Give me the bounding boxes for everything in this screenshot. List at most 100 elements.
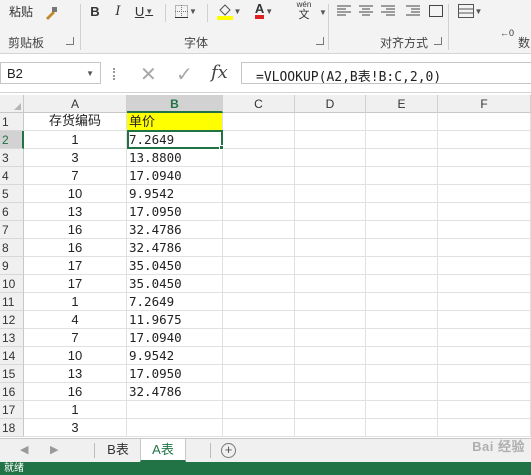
font-launcher-icon[interactable] [316,37,324,45]
empty-cell[interactable] [438,221,531,239]
cell-item-code[interactable]: 17 [24,257,127,275]
bold-button[interactable]: B [88,2,102,20]
cell-item-code[interactable]: 13 [24,365,127,383]
empty-cell[interactable] [295,257,366,275]
empty-cell[interactable] [223,365,295,383]
empty-cell[interactable] [438,347,531,365]
empty-cell[interactable] [295,275,366,293]
row-header[interactable]: 15 [0,365,24,383]
row-header[interactable]: 9 [0,257,24,275]
underline-button[interactable]: U ▼ [132,2,156,20]
cell-item-code[interactable]: 7 [24,329,127,347]
cell-item-code[interactable]: 16 [24,239,127,257]
empty-cell[interactable] [366,257,438,275]
prev-sheet-icon[interactable]: ◀ [20,443,28,456]
column-header-b[interactable]: B [127,95,223,113]
align-center-button[interactable] [358,2,374,20]
cell-item-code[interactable]: 13 [24,203,127,221]
cell-item-code[interactable]: 3 [24,149,127,167]
empty-cell[interactable] [295,221,366,239]
merge-button[interactable] [428,2,444,20]
cell-price[interactable]: 7.2649 [127,131,223,149]
cell-item-code[interactable]: 10 [24,185,127,203]
empty-cell[interactable] [438,185,531,203]
empty-cell[interactable] [295,293,366,311]
empty-cell[interactable] [366,293,438,311]
empty-cell[interactable] [223,383,295,401]
empty-cell[interactable] [438,383,531,401]
empty-cell[interactable] [366,347,438,365]
empty-cell[interactable] [223,401,295,419]
header-cell-price[interactable]: 单价 [127,113,223,131]
column-header-c[interactable]: C [223,95,295,113]
empty-cell[interactable] [438,275,531,293]
cell-price[interactable]: 35.0450 [127,275,223,293]
empty-cell[interactable] [366,401,438,419]
empty-cell[interactable] [438,203,531,221]
cell-price[interactable]: 32.4786 [127,221,223,239]
empty-cell[interactable] [366,239,438,257]
empty-cell[interactable] [223,293,295,311]
cell-price[interactable]: 32.4786 [127,383,223,401]
empty-cell[interactable] [366,275,438,293]
cell-price[interactable]: 7.2649 [127,293,223,311]
empty-cell[interactable] [438,365,531,383]
row-header[interactable]: 10 [0,275,24,293]
empty-cell[interactable] [366,185,438,203]
cell-item-code[interactable]: 1 [24,131,127,149]
empty-cell[interactable] [295,383,366,401]
empty-cell[interactable] [438,113,531,131]
empty-cell[interactable] [223,131,295,149]
empty-cell[interactable] [366,131,438,149]
empty-cell[interactable] [223,347,295,365]
column-header-a[interactable]: A [24,95,127,113]
cell-item-code[interactable]: 10 [24,347,127,365]
cell-item-code[interactable]: 16 [24,221,127,239]
cell-price[interactable]: 32.4786 [127,239,223,257]
empty-cell[interactable] [366,149,438,167]
empty-cell[interactable] [438,311,531,329]
empty-cell[interactable] [295,167,366,185]
empty-cell[interactable] [295,419,366,437]
fill-color-button[interactable]: ▼ [214,2,244,20]
empty-cell[interactable] [223,203,295,221]
insert-function-icon[interactable]: fx [211,62,228,83]
number-format-button[interactable]: ▼ [456,2,484,20]
cell-price[interactable]: 17.0940 [127,329,223,347]
format-painter-icon[interactable] [42,4,60,22]
row-header[interactable]: 16 [0,383,24,401]
empty-cell[interactable] [295,401,366,419]
add-sheet-icon[interactable]: + [221,443,236,458]
borders-button[interactable]: ▼ [172,2,200,20]
empty-cell[interactable] [366,329,438,347]
cell-item-code[interactable]: 3 [24,419,127,437]
cell-item-code[interactable]: 4 [24,311,127,329]
empty-cell[interactable] [438,149,531,167]
chevron-down-icon[interactable]: ▼ [319,8,327,17]
row-header[interactable]: 2 [0,131,24,149]
column-header-d[interactable]: D [295,95,366,113]
column-header-e[interactable]: E [366,95,438,113]
empty-cell[interactable] [366,311,438,329]
cell-item-code[interactable]: 1 [24,401,127,419]
empty-cell[interactable] [295,365,366,383]
row-header[interactable]: 5 [0,185,24,203]
empty-cell[interactable] [295,329,366,347]
empty-cell[interactable] [223,221,295,239]
next-sheet-icon[interactable]: ▶ [50,443,58,456]
empty-cell[interactable] [223,257,295,275]
empty-cell[interactable] [295,113,366,131]
row-header[interactable]: 12 [0,311,24,329]
empty-cell[interactable] [223,239,295,257]
empty-cell[interactable] [366,203,438,221]
paste-button[interactable]: 粘贴 [2,0,40,22]
header-cell-code[interactable]: 存货编码 [24,113,127,131]
cell-item-code[interactable]: 16 [24,383,127,401]
cell-price[interactable]: 17.0950 [127,365,223,383]
empty-cell[interactable] [295,149,366,167]
empty-cell[interactable] [438,131,531,149]
empty-cell[interactable] [223,419,295,437]
row-header[interactable]: 17 [0,401,24,419]
empty-cell[interactable] [438,329,531,347]
sheet-tab-a[interactable]: A表 [140,439,186,462]
